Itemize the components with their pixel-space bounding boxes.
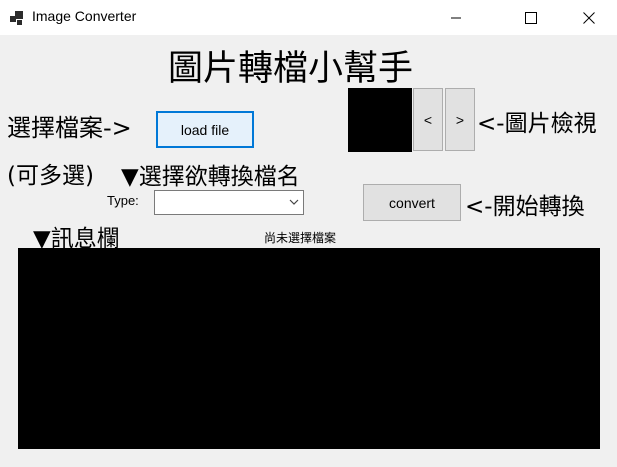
close-icon <box>583 11 595 24</box>
title-bar: Image Converter <box>0 0 617 35</box>
page-title: 圖片轉檔小幫手 <box>168 49 414 89</box>
multi-select-note: (可多選) <box>7 163 94 189</box>
prev-image-button[interactable]: < <box>413 88 443 151</box>
image-view-label: <-圖片檢視 <box>477 111 597 137</box>
close-button[interactable] <box>566 0 612 35</box>
chevron-down-icon <box>289 199 299 205</box>
status-text: 尚未選擇檔案 <box>264 231 337 245</box>
minimize-icon <box>451 17 461 18</box>
message-log <box>18 248 600 449</box>
start-convert-label: <-開始轉換 <box>465 194 585 220</box>
load-file-button[interactable]: load file <box>156 111 254 148</box>
type-select[interactable] <box>154 190 304 215</box>
type-label: Type: <box>107 193 139 208</box>
select-file-label: 選擇檔案-> <box>7 114 132 142</box>
maximize-icon <box>525 11 537 24</box>
image-preview <box>348 88 412 152</box>
app-icon <box>10 11 23 25</box>
maximize-button[interactable] <box>508 0 554 35</box>
convert-filename-heading: ▼選擇欲轉換檔名 <box>121 164 300 190</box>
minimize-button[interactable] <box>433 0 479 35</box>
next-image-button[interactable]: > <box>445 88 475 151</box>
window-title: Image Converter <box>32 8 137 24</box>
convert-button[interactable]: convert <box>363 184 461 221</box>
